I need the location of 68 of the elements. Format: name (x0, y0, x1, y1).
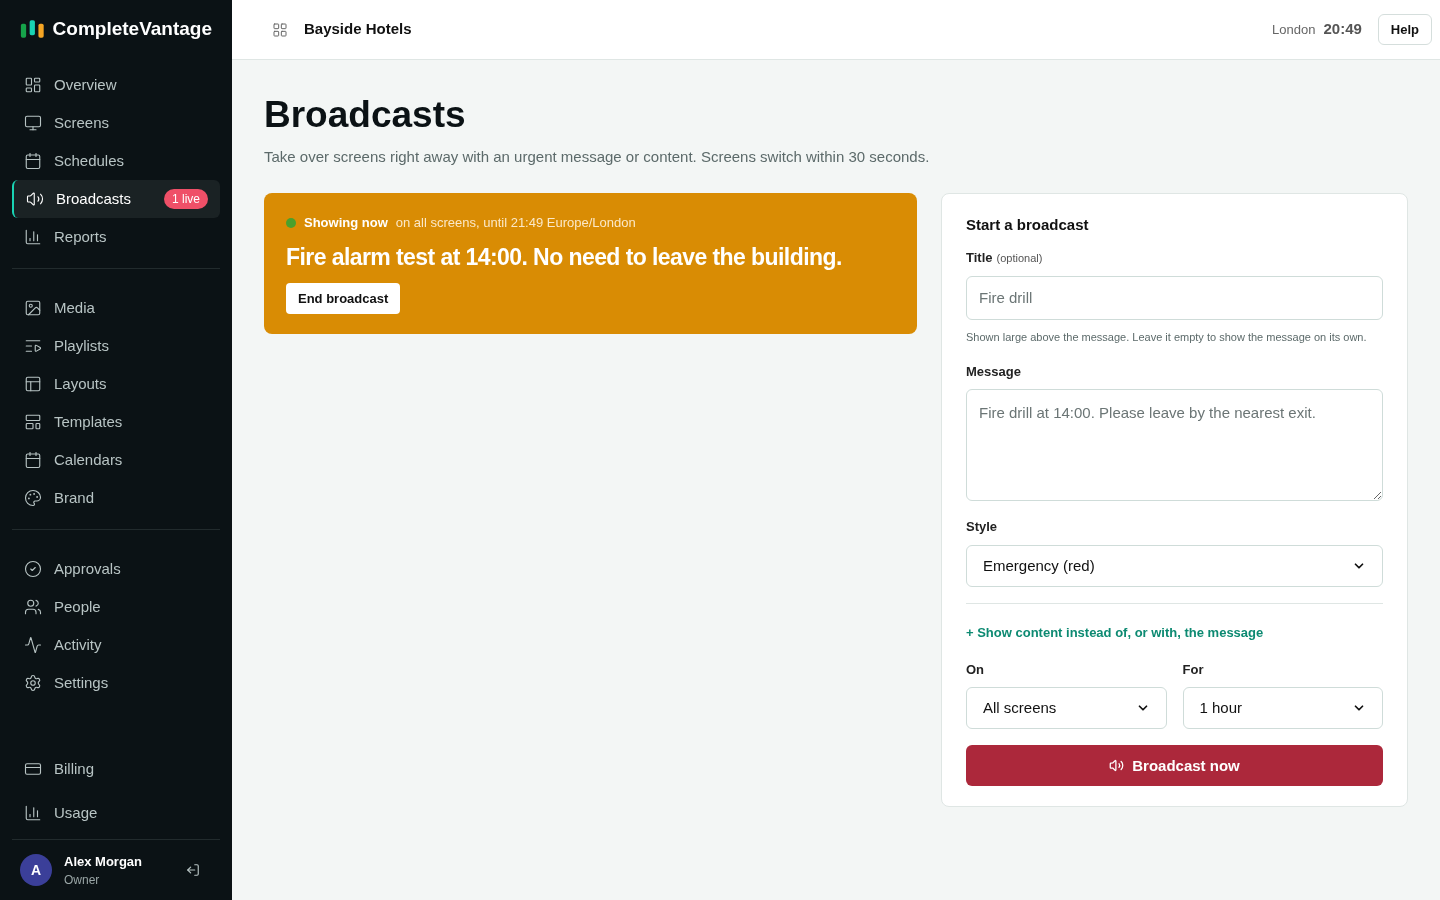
screens-select[interactable]: All screens (966, 687, 1167, 730)
user-name: Alex Morgan (64, 853, 143, 872)
logo-icon (20, 19, 45, 39)
logout-icon[interactable] (186, 863, 200, 877)
bar-chart-icon (24, 804, 42, 822)
city-label: London (1272, 20, 1316, 39)
check-circle-icon (24, 560, 42, 578)
calendar-icon (24, 152, 42, 170)
field-label: Title (966, 249, 993, 268)
nav-item[interactable]: Layouts (12, 365, 220, 403)
live-badge: 1 live (164, 189, 208, 209)
nav-item[interactable]: Media (12, 289, 220, 327)
playlist-icon (24, 337, 42, 355)
page-subtitle: Take over screens right away with an urgent message or content. Screens switch within 30 seconds. (264, 147, 931, 168)
nav-item[interactable]: Schedules (12, 142, 220, 180)
nav-item[interactable]: Broadcasts 1 live (12, 180, 220, 218)
field-label: Message (966, 362, 1022, 381)
nav-item[interactable]: Screens (12, 104, 220, 142)
nav-item[interactable]: Calendars (12, 441, 220, 479)
speaker-icon (1109, 758, 1125, 774)
nav-item[interactable]: Settings (12, 664, 220, 702)
nav-item[interactable]: Reports (12, 218, 220, 256)
speaker-icon (26, 190, 44, 208)
dashboard-icon (24, 76, 42, 94)
help-button[interactable]: Help (1377, 14, 1432, 45)
title-input[interactable]: Fire drill (966, 275, 1383, 320)
status-label: Showing now (304, 213, 388, 232)
org-name: Bayside Hotels (304, 19, 413, 40)
clock-time: 20:49 (1323, 19, 1362, 40)
activity-icon (24, 636, 42, 654)
avatar: A (20, 854, 52, 886)
status-detail: on all screens, until 21:49 Europe/London (395, 213, 636, 232)
field-label: Style (966, 518, 999, 537)
field-help: Shown large above the message. Leave it empty to show the message on its own. (966, 329, 1368, 345)
broadcast-message: Fire alarm test at 14:00. No need to leave the building. (286, 243, 843, 273)
brand-name: CompleteVantage (52, 16, 212, 41)
users-icon (24, 598, 42, 616)
duration-select[interactable]: 1 hour (1182, 687, 1383, 730)
card-icon (24, 760, 42, 778)
grid-icon[interactable] (272, 21, 288, 38)
nav-item[interactable]: Brand (12, 479, 220, 517)
nav-item[interactable]: Templates (12, 403, 220, 441)
show-content-link[interactable]: + Show content instead of, or with, the message (966, 624, 1264, 640)
bar-chart-icon (24, 228, 42, 246)
nav-item[interactable]: Billing (12, 747, 220, 791)
calendar-icon (24, 451, 42, 469)
nav-item[interactable]: Overview (12, 66, 220, 104)
end-broadcast-button[interactable]: End broadcast (286, 282, 401, 314)
nav-item[interactable]: Approvals (12, 550, 220, 588)
image-icon (24, 299, 42, 317)
layout-icon (24, 375, 42, 393)
template-icon (24, 413, 42, 431)
field-label: On (966, 660, 986, 679)
form-heading: Start a broadcast (966, 214, 1090, 235)
nav-item[interactable]: Activity (12, 626, 220, 664)
nav-item[interactable]: Playlists (12, 327, 220, 365)
nav-item[interactable]: People (12, 588, 220, 626)
message-textarea[interactable]: Fire drill at 14:00. Please leave by the nearest exit. (966, 389, 1383, 502)
broadcast-now-button[interactable]: Broadcast now (966, 745, 1383, 787)
style-select[interactable]: Emergency (red) (966, 544, 1383, 587)
nav-item[interactable]: Usage (12, 791, 220, 835)
field-label: For (1182, 660, 1205, 679)
palette-icon (24, 489, 42, 507)
user-role: Owner (64, 871, 101, 888)
optional-hint: (optional) (996, 251, 1043, 267)
settings-icon (24, 674, 42, 692)
monitor-icon (24, 114, 42, 132)
page-title: Broadcasts (264, 93, 467, 137)
